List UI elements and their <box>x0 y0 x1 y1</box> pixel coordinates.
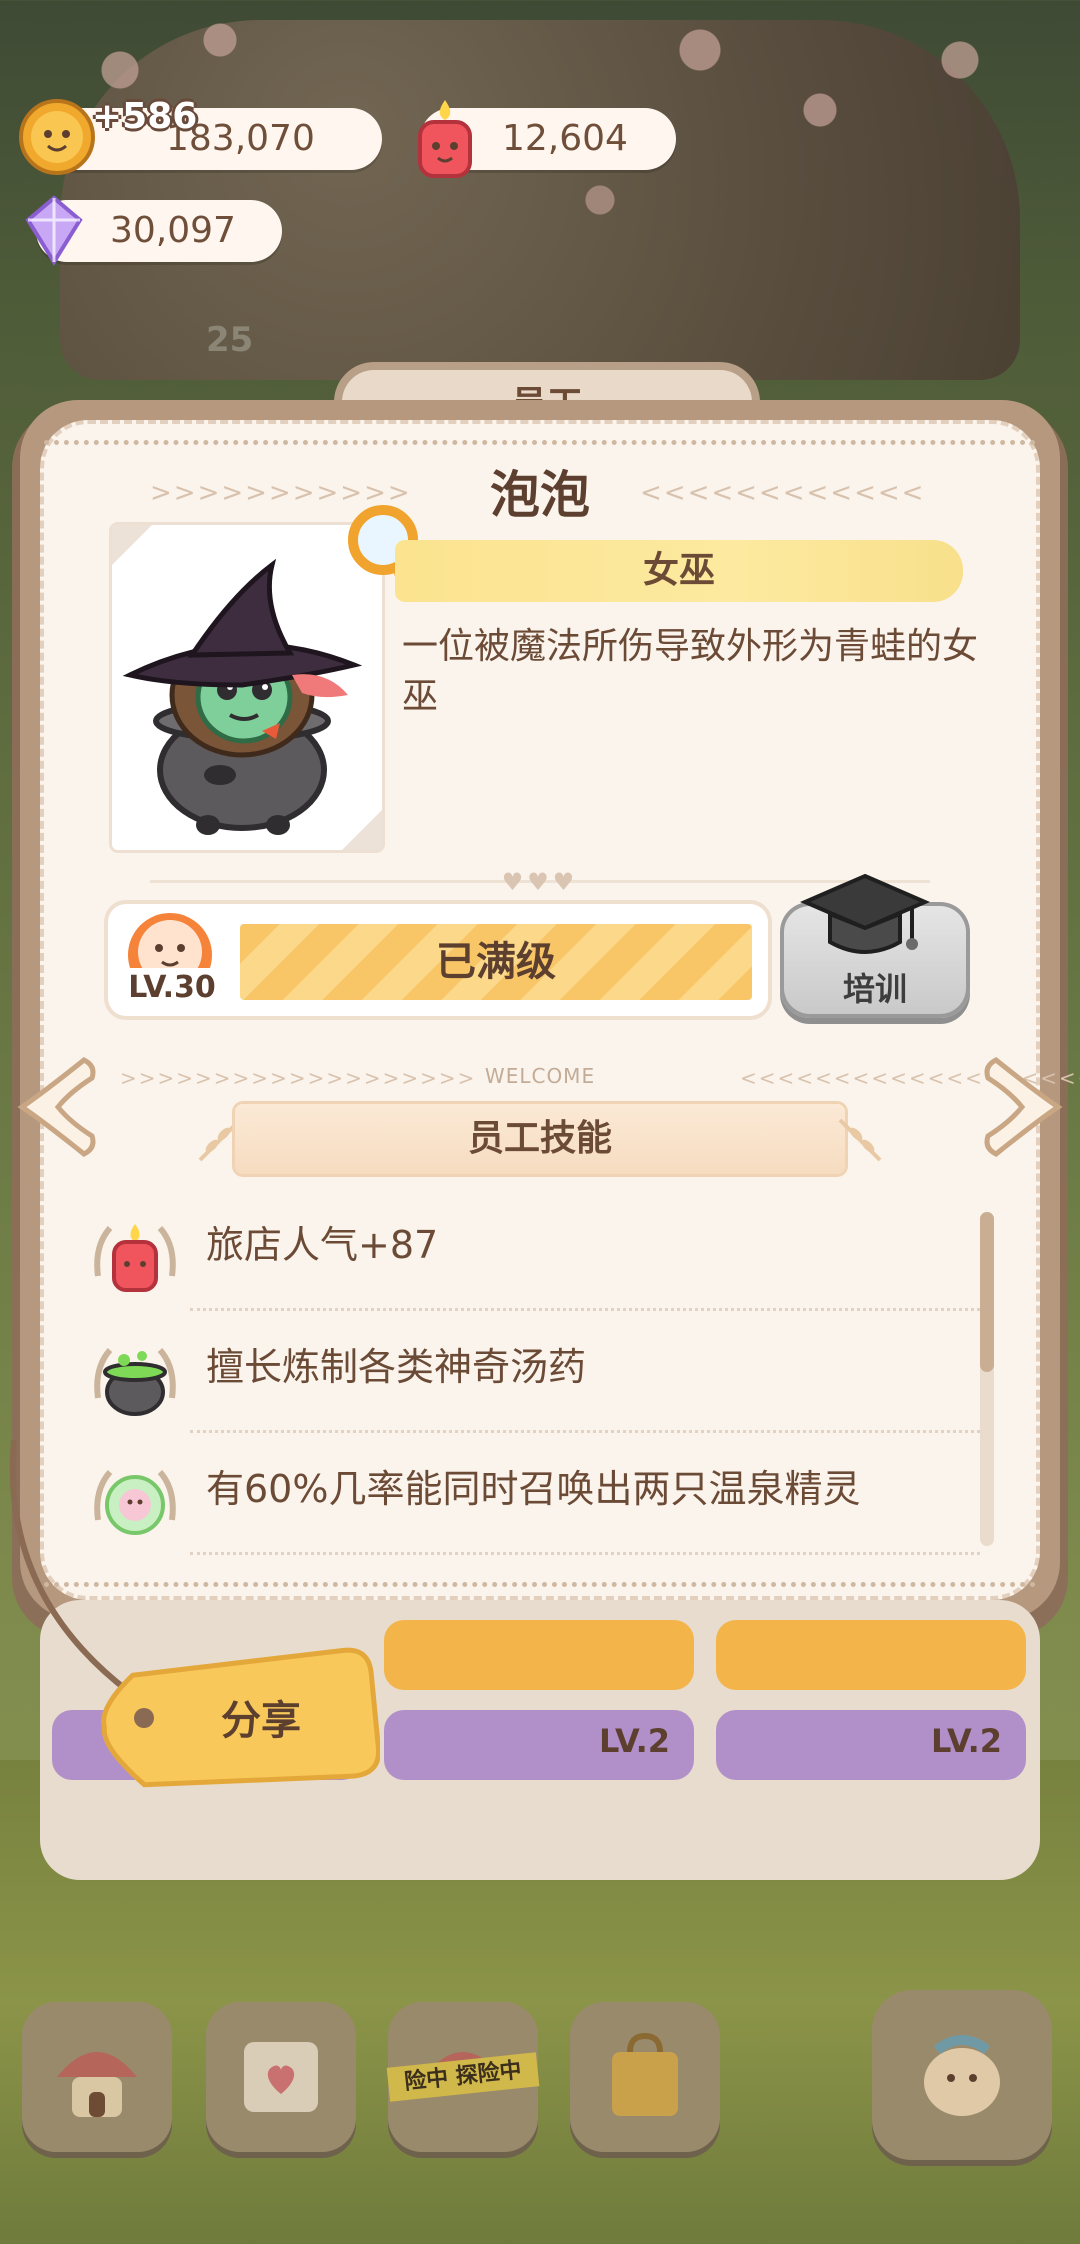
skill-text: 擅长炼制各类神奇汤药 <box>206 1345 587 1389</box>
popularity-value: 12,604 <box>502 118 628 159</box>
nav-character-button[interactable] <box>872 1990 1052 2160</box>
skill-divider <box>190 1308 980 1311</box>
level-label: LV.30 <box>114 968 230 1008</box>
skill-item: 有60%几率能同时召唤出两只温泉精灵 <box>80 1440 980 1555</box>
train-label: 培训 <box>842 970 907 1008</box>
wheat-decor-right-icon <box>838 1118 882 1162</box>
candle-icon <box>418 100 472 178</box>
skill-item: 擅长炼制各类神奇汤药 <box>80 1318 980 1433</box>
gem-value: 30,097 <box>110 210 236 251</box>
bg-counter: 25 <box>206 320 254 360</box>
gem-icon <box>25 195 83 266</box>
skill-text: 有60%几率能同时召唤出两只温泉精灵 <box>206 1467 861 1511</box>
character-portrait <box>112 525 382 850</box>
character-role: 女巫 <box>395 540 963 602</box>
skill-divider <box>190 1552 980 1555</box>
graduation-cap-icon <box>800 873 930 954</box>
skill-divider <box>190 1430 980 1433</box>
stitch-top <box>44 440 1036 445</box>
prev-staff-arrow-icon[interactable] <box>14 1052 104 1162</box>
character-description: 一位被魔法所伤导致外形为青蛙的女巫 <box>402 626 979 717</box>
staff-card-level: LV.2 <box>598 1722 670 1760</box>
cauldron-icon <box>94 1348 176 1416</box>
staff-card-level: LV.2 <box>930 1722 1002 1760</box>
character-name: 泡泡 <box>490 466 590 524</box>
skills-title: 员工技能 <box>467 1118 612 1159</box>
witch-frog-illustration <box>112 525 382 850</box>
next-staff-arrow-icon[interactable] <box>976 1052 1066 1162</box>
staff-card-button[interactable] <box>716 1620 1026 1690</box>
stitch-bottom <box>44 1582 1036 1587</box>
coin-icon <box>19 99 95 175</box>
share-label: 分享 <box>221 1698 301 1744</box>
staff-card[interactable]: LV.2 <box>384 1710 694 1780</box>
level-status: 已满级 <box>240 924 752 1000</box>
chef-character-icon <box>924 2035 1000 2116</box>
mushroom-house-icon <box>57 2052 137 2117</box>
nav-explore-button[interactable]: 险中 探险中 <box>386 2002 540 2152</box>
nav-calendar-button[interactable] <box>206 2002 356 2152</box>
staff-card[interactable]: LV.2 <box>716 1710 1026 1780</box>
shop-bag-icon <box>612 2032 678 2116</box>
skills-scroll-thumb[interactable] <box>980 1212 994 1372</box>
candle-icon <box>94 1224 176 1292</box>
skill-text: 旅店人气+87 <box>206 1223 439 1267</box>
nav-shop-button[interactable] <box>570 2002 720 2152</box>
skill-item: 旅店人气+87 <box>80 1196 980 1311</box>
bottom-nav: 险中 探险中 <box>0 1990 1080 2190</box>
calendar-icon <box>244 2042 318 2112</box>
staff-card-button[interactable] <box>384 1620 694 1690</box>
nav-house-button[interactable] <box>22 2002 172 2152</box>
coin-gain-popup: +586 <box>92 96 198 137</box>
